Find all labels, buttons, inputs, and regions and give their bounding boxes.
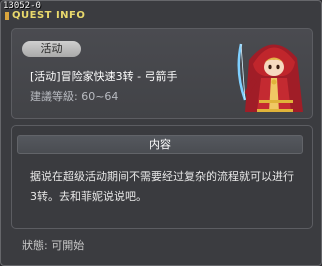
quest-name: [活动]冒险家快速3转 - 弓箭手	[30, 70, 178, 83]
window-title-text: QUEST INFO	[12, 10, 86, 21]
quest-description: 据说在超级活动期间不需要经过复杂的流程就可以进行3转。去和菲妮说说吧。	[30, 170, 294, 203]
quest-status: 狀態: 可開始	[22, 239, 85, 252]
hooded-archer-npc-icon	[237, 43, 303, 112]
quest-info-window: 13052-0 QUEST INFO 活动 [活动]冒险家快速3转 - 弓箭手 …	[0, 0, 322, 266]
window-title: QUEST INFO	[5, 10, 85, 21]
quest-category-badge: 活动	[22, 41, 81, 57]
title-marker-icon	[5, 11, 9, 20]
recommended-level: 建議等級: 60~64	[30, 90, 119, 103]
details-header: 内容	[17, 135, 303, 154]
